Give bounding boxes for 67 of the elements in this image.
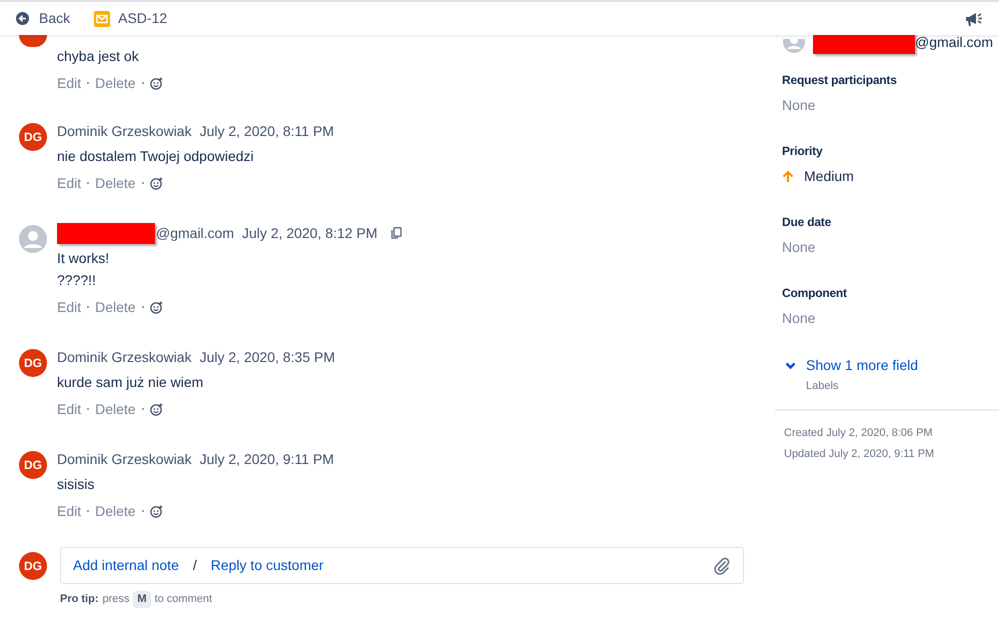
reporter-email: @gmail.com (915, 32, 994, 52)
field-value: None (782, 238, 816, 256)
copy-icon[interactable] (391, 227, 402, 239)
comment-text: kurde sam już nie wiem (57, 373, 204, 392)
user-avatar-icon (783, 39, 805, 53)
field-value: Medium (804, 166, 854, 186)
pro-tip-text: to comment (154, 592, 212, 607)
field-value: None (782, 96, 816, 114)
comment-action-link[interactable]: Edit (57, 398, 82, 420)
field-label: Component (782, 285, 848, 302)
avatar: DG (19, 451, 47, 479)
add-internal-note-link[interactable]: Add internal note (73, 555, 179, 576)
author-name: Dominik Grzeskowiak (57, 450, 192, 468)
comment-action-link[interactable]: Delete (95, 72, 136, 94)
issue-key-link[interactable]: ASD-12 (94, 8, 168, 29)
add-reaction-icon[interactable] (150, 76, 163, 90)
author-name: Dominik Grzeskowiak (57, 122, 192, 140)
created-date: Created July 2, 2020, 8:06 PM (784, 426, 934, 440)
paperclip-icon[interactable] (713, 556, 731, 574)
comment-text: nie dostalem Twojej odpowiedzi (57, 147, 255, 166)
add-reaction-icon[interactable] (150, 176, 163, 190)
comment-action-link[interactable]: Edit (57, 500, 82, 522)
comment-time: July 2, 2020, 8:11 PM (200, 122, 334, 141)
comment-action-link[interactable]: Delete (95, 398, 136, 420)
back-button[interactable]: Back (16, 8, 70, 29)
hint-text: Labels (805, 379, 840, 394)
comment-text: chyba jest ok (57, 47, 140, 66)
chevron-down-icon (785, 362, 796, 370)
comment-text: sisisis (57, 475, 96, 494)
reply-to-customer-link[interactable]: Reply to customer (210, 555, 324, 576)
author-name: Dominik Grzeskowiak (57, 348, 192, 366)
field-label: Due date (782, 214, 832, 231)
field-label: Priority (782, 143, 824, 160)
comment-action-link[interactable]: Edit (57, 72, 82, 94)
add-reaction-icon[interactable] (150, 504, 163, 518)
comment-action-link[interactable]: Delete (95, 500, 136, 522)
show-more-button[interactable]: Show 1 more field (785, 355, 999, 376)
comment-time: July 2, 2020, 8:35 PM (200, 348, 336, 367)
comment-time: July 2, 2020, 8:12 PM (242, 224, 378, 243)
comment-action-link[interactable]: Edit (57, 296, 82, 318)
comment-text: It works! (57, 249, 110, 268)
pro-tip-label: Pro tip: (60, 592, 98, 607)
comment-time: July 2, 2020, 9:11 PM (200, 450, 334, 469)
envelope-icon (94, 10, 110, 26)
author-name: @gmail.com (156, 224, 234, 243)
separator-text: / (192, 556, 198, 575)
comment-field[interactable]: Add internal note / Reply to customer (60, 547, 744, 584)
avatar (19, 35, 47, 47)
comment-text: ????!! (57, 271, 97, 290)
megaphone-icon (965, 10, 983, 26)
avatar: DG (19, 552, 47, 580)
field-label: Request participants (782, 72, 898, 89)
field-value: None (782, 308, 816, 328)
avatar: DG (19, 123, 47, 151)
comment-action-link[interactable]: Edit (57, 172, 82, 194)
updated-date: Updated July 2, 2020, 9:11 PM (784, 447, 936, 462)
pro-tip-text: press (102, 592, 130, 607)
up-arrow-icon (782, 170, 794, 182)
comment-action-link[interactable]: Delete (95, 172, 136, 194)
feedback-button[interactable] (965, 10, 983, 26)
add-reaction-icon[interactable] (150, 402, 163, 416)
avatar: DG (19, 349, 47, 377)
keyboard-key: M (133, 591, 151, 608)
back-arrow-icon (16, 12, 29, 25)
add-reaction-icon[interactable] (150, 300, 163, 314)
user-avatar-icon (19, 225, 47, 253)
comment-action-link[interactable]: Delete (95, 296, 136, 318)
